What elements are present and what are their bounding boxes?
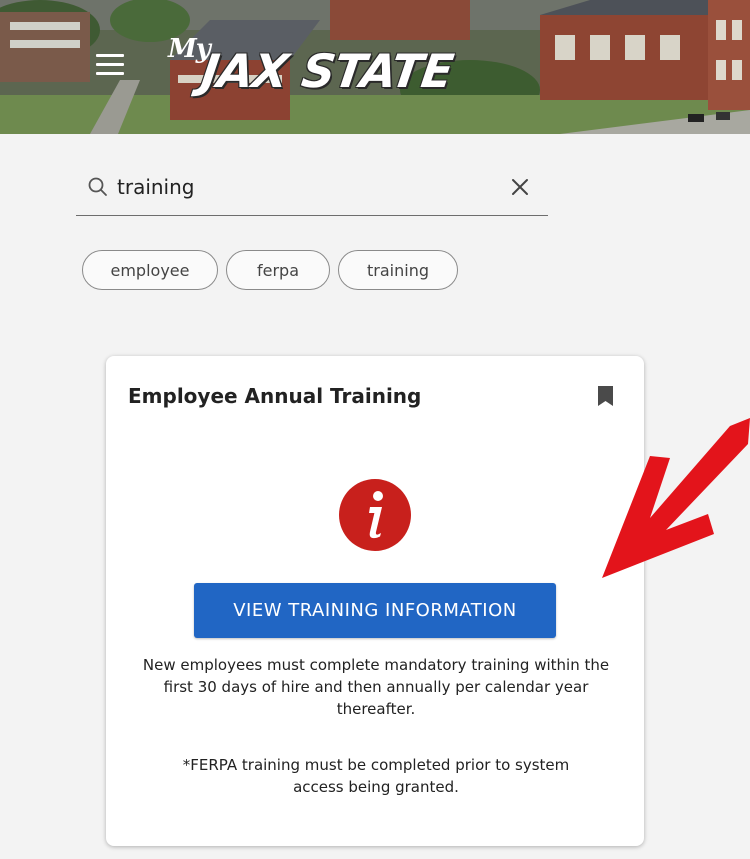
tag-chip-training[interactable]: training: [338, 250, 458, 290]
info-icon: [339, 479, 411, 551]
annotation-arrow-icon: [602, 418, 750, 578]
card-description: New employees must complete mandatory tr…: [142, 656, 610, 718]
search-input[interactable]: [117, 171, 497, 203]
logo-text: JAX STATE: [198, 44, 456, 98]
result-card: Employee Annual Training VIEW TRAINING I…: [106, 356, 644, 846]
card-title: Employee Annual Training: [128, 384, 422, 408]
menu-bar: [96, 72, 124, 75]
ferpa-note: *FERPA training must be completed prior …: [182, 756, 570, 796]
menu-button[interactable]: [96, 54, 124, 78]
tag-chip-employee[interactable]: employee: [82, 250, 218, 290]
tag-chip-ferpa[interactable]: ferpa: [226, 250, 330, 290]
header-banner: My JAX STATE: [0, 0, 750, 134]
view-training-info-button[interactable]: VIEW TRAINING INFORMATION: [194, 583, 556, 638]
search-icon: [88, 177, 107, 196]
menu-bar: [96, 54, 124, 57]
search-bar: [76, 163, 548, 216]
tag-list: employee ferpa training: [82, 250, 458, 290]
close-icon[interactable]: [508, 175, 532, 199]
menu-bar: [96, 63, 124, 66]
